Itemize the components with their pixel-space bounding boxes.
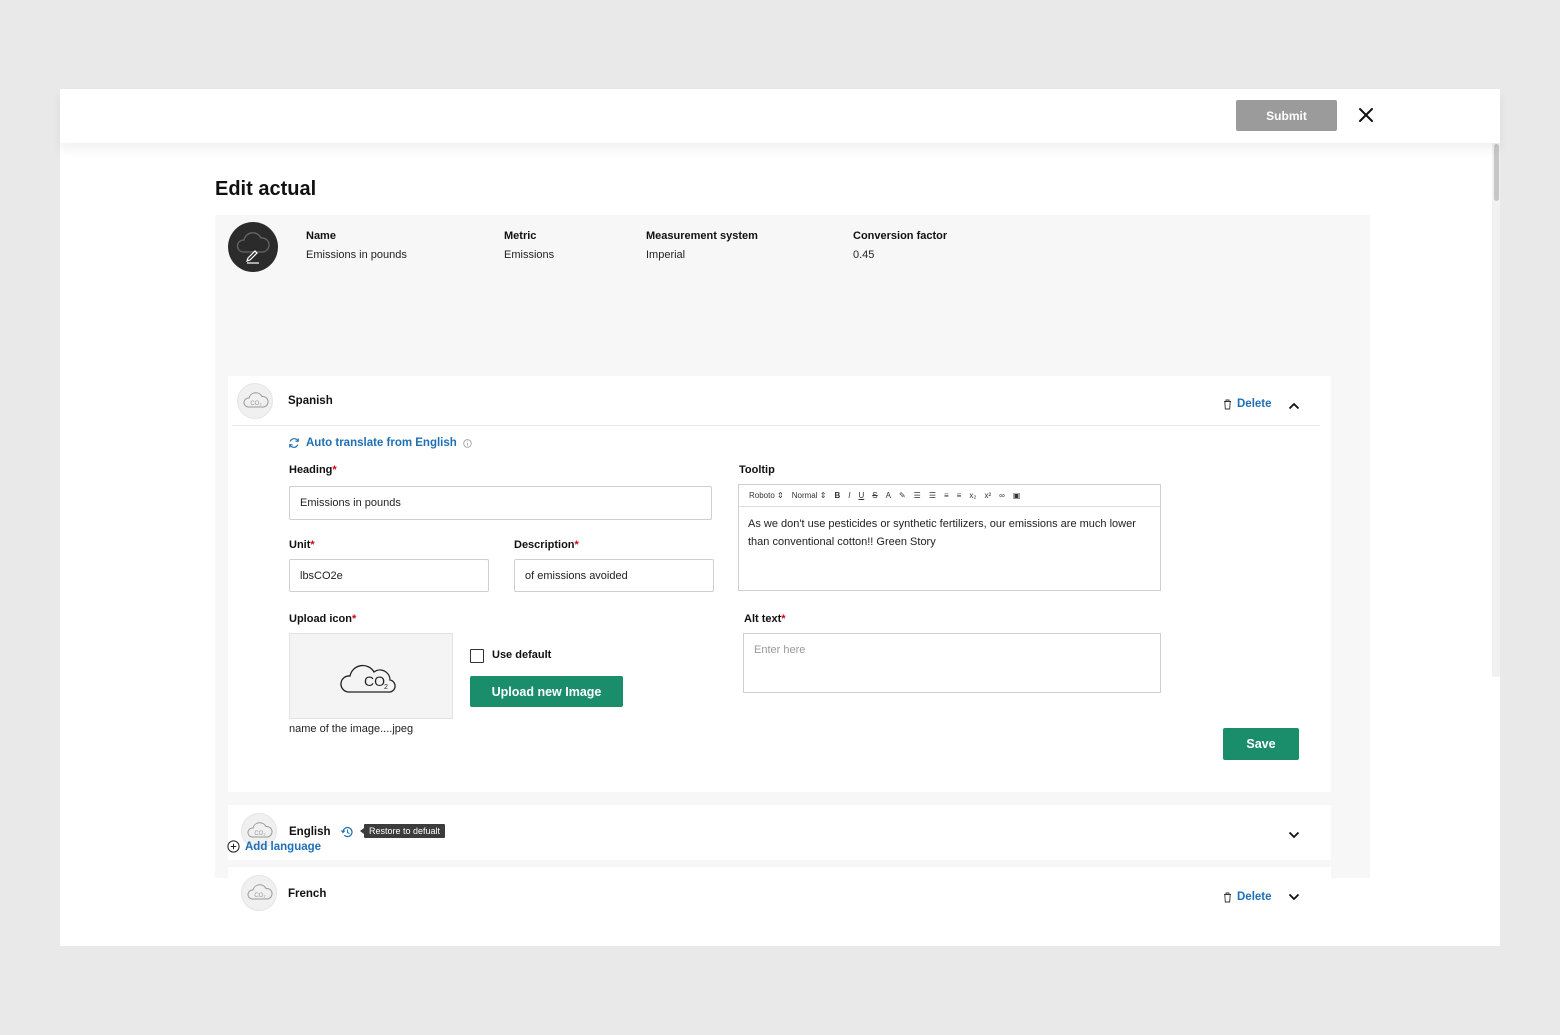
summary-name-value: Emissions in pounds [306, 249, 407, 261]
summary-system-label: Measurement system [646, 230, 758, 242]
delete-spanish-button[interactable]: Delete [1223, 398, 1272, 410]
alt-text-label: Alt text* [744, 613, 786, 625]
italic-icon[interactable]: I [848, 491, 850, 500]
outdent-icon[interactable]: ≡ [957, 491, 962, 500]
refresh-icon [289, 438, 299, 448]
modal-header: Submit [60, 89, 1500, 143]
tooltip-editor[interactable]: Roboto ⇕ Normal ⇕ B I U S A ✎ ☰ ☰ ≡ ≡ x₂… [738, 484, 1161, 591]
text-color-icon[interactable]: A [886, 491, 891, 500]
upload-icon-label: Upload icon* [289, 613, 357, 625]
svg-text:2: 2 [384, 684, 388, 691]
font-select[interactable]: Roboto ⇕ [749, 491, 784, 500]
restore-tooltip: Restore to defualt [359, 824, 446, 838]
save-button[interactable]: Save [1223, 728, 1299, 760]
trash-icon [1224, 892, 1231, 902]
strikethrough-icon[interactable]: S [872, 491, 877, 500]
scrollbar-track[interactable] [1492, 143, 1500, 677]
summary-name: Name Emissions in pounds [306, 230, 407, 261]
summary-factor-label: Conversion factor [853, 230, 948, 242]
alt-text-input[interactable] [743, 633, 1161, 693]
use-default-label: Use default [492, 649, 552, 661]
tooltip-text[interactable]: As we don't use pesticides or synthetic … [739, 507, 1160, 559]
summary-system: Measurement system Imperial [646, 230, 758, 261]
language-name-english: English [289, 826, 331, 838]
auto-translate-link[interactable]: Auto translate from English [288, 437, 472, 449]
svg-text:CO₂: CO₂ [254, 831, 266, 837]
upload-image-button[interactable]: Upload new Image [470, 676, 623, 707]
delete-label: Delete [1237, 398, 1272, 410]
chevron-down-icon[interactable] [1287, 890, 1301, 904]
highlight-icon[interactable]: ✎ [899, 491, 906, 500]
plus-circle-icon [227, 840, 240, 853]
co2-cloud-icon: CO₂ [241, 875, 277, 911]
submit-button[interactable]: Submit [1236, 100, 1337, 131]
restore-history-icon[interactable] [340, 825, 354, 839]
summary-name-label: Name [306, 230, 336, 242]
language-panel-french[interactable]: CO₂ French Delete [228, 867, 1331, 922]
chevron-down-icon[interactable] [1287, 828, 1301, 842]
heading-label: Heading* [289, 464, 337, 476]
language-panel-spanish: CO₂ Spanish Delete Auto translate from E… [228, 376, 1331, 792]
info-icon [463, 438, 472, 448]
actual-avatar[interactable] [228, 222, 278, 272]
add-language-label: Add language [245, 840, 322, 853]
image-icon[interactable]: ▣ [1013, 491, 1021, 500]
scrollbar-thumb[interactable] [1494, 144, 1499, 201]
icon-preview: CO 2 [289, 633, 453, 719]
description-input[interactable] [514, 559, 714, 592]
summary-system-value: Imperial [646, 249, 686, 261]
size-select[interactable]: Normal ⇕ [792, 491, 827, 500]
underline-icon[interactable]: U [858, 491, 864, 500]
language-name-french: French [288, 888, 327, 900]
delete-french-button[interactable]: Delete [1223, 891, 1272, 903]
summary-metric: Metric Emissions [504, 230, 554, 261]
language-name-spanish: Spanish [288, 395, 333, 407]
unit-input[interactable] [289, 559, 489, 592]
co2-cloud-icon: CO₂ [237, 383, 273, 419]
svg-text:CO₂: CO₂ [250, 401, 262, 407]
tooltip-label: Tooltip [739, 464, 775, 476]
svg-text:CO: CO [364, 673, 385, 689]
heading-input[interactable] [289, 486, 712, 520]
chevron-up-icon[interactable] [1287, 399, 1301, 413]
edit-actual-modal: Submit Edit actual Name Emissions in pou… [60, 89, 1500, 946]
delete-label: Delete [1237, 891, 1272, 903]
link-icon[interactable]: ∞ [999, 491, 1005, 500]
bullet-list-icon[interactable]: ☰ [929, 491, 936, 500]
subscript-icon[interactable]: x₂ [969, 491, 976, 500]
panel-divider [232, 425, 1320, 426]
close-icon[interactable] [1356, 105, 1376, 125]
indent-icon[interactable]: ≡ [944, 491, 949, 500]
uploaded-file-name: name of the image....jpeg [289, 723, 414, 735]
rte-toolbar: Roboto ⇕ Normal ⇕ B I U S A ✎ ☰ ☰ ≡ ≡ x₂… [739, 485, 1160, 507]
summary-factor-value: 0.45 [853, 249, 875, 261]
auto-translate-label: Auto translate from English [306, 437, 457, 449]
superscript-icon[interactable]: x² [984, 491, 991, 500]
bold-icon[interactable]: B [834, 491, 840, 500]
description-label: Description* [514, 539, 579, 551]
add-language-button[interactable]: Add language [227, 840, 321, 853]
use-default-checkbox[interactable] [470, 649, 484, 663]
co2-cloud-icon: CO 2 [340, 664, 396, 693]
ordered-list-icon[interactable]: ☰ [914, 491, 921, 500]
page-title: Edit actual [215, 178, 317, 200]
summary-factor: Conversion factor 0.45 [853, 230, 947, 261]
summary-metric-value: Emissions [504, 249, 555, 261]
summary-metric-label: Metric [504, 230, 537, 242]
language-panel-english[interactable]: CO₂ English Restore to defualt [228, 805, 1331, 860]
unit-label: Unit* [289, 539, 315, 551]
actual-card: Name Emissions in pounds Metric Emission… [215, 215, 1370, 922]
svg-text:CO₂: CO₂ [254, 893, 266, 899]
edit-cloud-icon [236, 232, 270, 264]
trash-icon [1224, 399, 1231, 409]
